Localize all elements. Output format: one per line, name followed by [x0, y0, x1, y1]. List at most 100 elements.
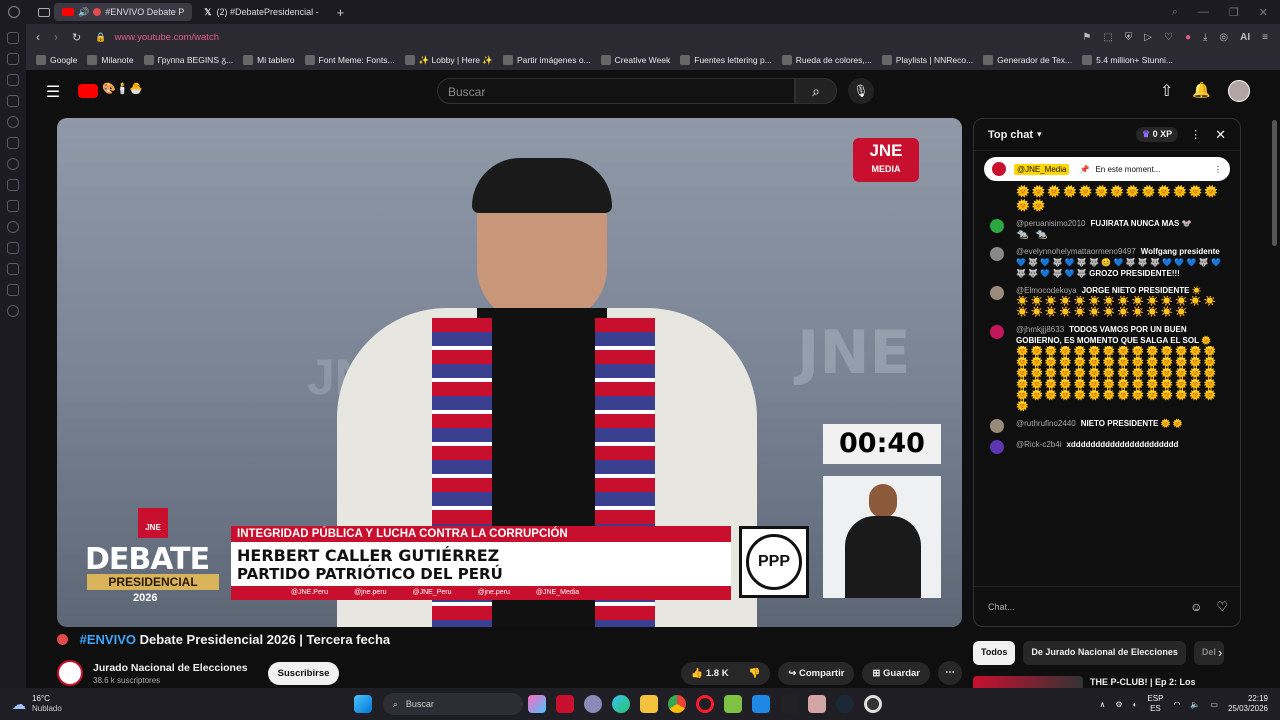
video-player[interactable]: JNE JNE JNE MEDIA 00:40 JNE DEBATE PRESI…	[57, 118, 962, 627]
search-button[interactable]: ⌕	[795, 78, 837, 104]
top-chat-dropdown[interactable]: Top chat	[988, 129, 1033, 141]
minimize-icon[interactable]: —	[1198, 6, 1209, 19]
chat-author[interactable]: @jhmkjjj8633	[1016, 325, 1064, 334]
bookmark-item[interactable]: Fuentes lettering p...	[680, 55, 772, 65]
channel-avatar[interactable]	[57, 660, 83, 686]
avatar[interactable]	[990, 325, 1004, 339]
camera-icon[interactable]: ◎	[1219, 32, 1228, 43]
more-options-icon[interactable]: ⋮	[1214, 165, 1222, 174]
close-icon[interactable]: ✕	[1259, 6, 1268, 19]
bookmark-item[interactable]: Группа BEGINS ᵹ...	[143, 55, 233, 65]
chat-input[interactable]: Chat...	[988, 602, 1015, 612]
next-video-thumbnail[interactable]	[973, 676, 1083, 688]
tray-chevron-icon[interactable]: ∧	[1100, 700, 1106, 709]
search-icon[interactable]: ⌕	[1172, 6, 1178, 19]
sidebar-app-icon[interactable]	[7, 95, 19, 107]
sidebar-app-icon[interactable]	[7, 221, 19, 233]
screenshot-icon[interactable]: ⬚	[1103, 32, 1112, 43]
copilot-icon[interactable]	[527, 695, 546, 713]
xp-badge[interactable]: ♛ 0 XP	[1135, 127, 1179, 142]
chevron-right-icon[interactable]: ›	[1218, 645, 1222, 660]
new-tab-icon[interactable]: +	[337, 5, 345, 20]
chat-message[interactable]: @Elmocodekoya JORGE NIETO PRESIDENTE ☀️ ☀️…	[974, 282, 1240, 321]
chat-author[interactable]: @evelynnohelymattaormeno9497	[1016, 247, 1136, 256]
tray-app-icon[interactable]: ⚙	[1115, 700, 1122, 709]
youtube-logo-doodle[interactable]: 🎨🕯️🐣	[102, 82, 143, 95]
play-icon[interactable]: ▷	[1144, 32, 1152, 43]
clock-time[interactable]: 22:19	[1228, 694, 1268, 704]
sidebar-app-icon[interactable]	[7, 74, 19, 86]
bookmark-icon[interactable]: ⚑	[1082, 32, 1091, 43]
youtube-logo-icon[interactable]	[78, 84, 98, 98]
sidebar-app-icon[interactable]	[7, 116, 19, 128]
taskbar-search[interactable]: ⌕ Buscar	[382, 693, 523, 715]
sidebar-app-icon[interactable]	[7, 158, 19, 170]
voice-search-button[interactable]: 🎙	[848, 78, 874, 104]
heart-icon[interactable]: ♡	[1164, 32, 1173, 43]
bookmark-item[interactable]: Rueda de colores,...	[781, 55, 872, 65]
more-options-icon[interactable]: ⋮	[1190, 128, 1201, 141]
edge-icon[interactable]	[611, 695, 630, 713]
speaker-icon[interactable]: 🔊	[78, 7, 89, 18]
opera-gx-icon[interactable]	[863, 695, 882, 713]
tab-youtube-live[interactable]: 🔊 #ENVIVO Debate P	[54, 3, 193, 21]
app-icon[interactable]	[723, 695, 742, 713]
ai-button[interactable]: AI	[1240, 32, 1250, 43]
share-button[interactable]: ↪ Compartir	[778, 661, 855, 685]
app-icon[interactable]	[751, 695, 770, 713]
avatar[interactable]	[990, 219, 1004, 233]
url-field[interactable]: www.youtube.com/watch	[114, 32, 219, 43]
tab-x-debate[interactable]: 𝕏 (2) #DebatePresidencial -	[196, 3, 326, 21]
bookmark-item[interactable]: Milanote	[87, 55, 134, 65]
chrome-icon[interactable]	[667, 695, 686, 713]
avatar[interactable]	[990, 440, 1004, 454]
sidebar-app-icon[interactable]	[7, 137, 19, 149]
wifi-icon[interactable]: ◠	[1173, 700, 1180, 709]
chat-author[interactable]: @Elmocodekoya	[1016, 286, 1077, 295]
sidebar-app-icon[interactable]	[7, 32, 19, 44]
app-icon[interactable]	[807, 695, 826, 713]
bookmark-item[interactable]: Partir imágenes o...	[502, 55, 591, 65]
channel-name[interactable]: Jurado Nacional de Elecciones	[93, 662, 248, 674]
avatar[interactable]	[990, 419, 1004, 433]
chat-message[interactable]: @peruanisimo2010 FUJIRATA NUNCA MAS 🐭 🐀 🐀	[974, 215, 1240, 243]
notifications-bell-icon[interactable]: 🔔	[1192, 81, 1211, 99]
live-hashtag[interactable]: #ENVIVO	[80, 632, 136, 647]
emoji-icon[interactable]: ☺	[1190, 600, 1202, 614]
hamburger-menu-icon[interactable]: ☰	[46, 82, 60, 102]
app-icon[interactable]	[555, 695, 574, 713]
chat-message[interactable]: @evelynnohelymattaormeno9497 Wolfgang pre…	[974, 243, 1240, 282]
profile-icon[interactable]: ●	[1185, 32, 1191, 43]
weather-icon[interactable]: ☁	[12, 696, 26, 713]
heart-icon[interactable]: ♡	[1216, 599, 1228, 615]
browser-menu-icon[interactable]	[8, 6, 20, 18]
back-icon[interactable]: ‹	[36, 30, 40, 44]
bookmark-item[interactable]: Generador de Tex...	[983, 55, 1072, 65]
tray-app-icon[interactable]: ◐	[1133, 700, 1138, 709]
close-chat-icon[interactable]: ✕	[1215, 127, 1226, 143]
shield-icon[interactable]: ⛨	[1125, 32, 1133, 43]
subscribe-button[interactable]: Suscribirse	[267, 661, 340, 685]
chat-author[interactable]: @peruanisimo2010	[1016, 219, 1086, 228]
chat-message[interactable]: @ruthrufino2440 NIETO PRESIDENTE 🌞 🌞	[974, 415, 1240, 436]
sidebar-app-icon[interactable]	[7, 305, 19, 317]
chevron-down-icon[interactable]: ▾	[1037, 129, 1042, 140]
chip-channel[interactable]: De Jurado Nacional de Elecciones	[1023, 641, 1186, 665]
sidebar-app-icon[interactable]	[7, 242, 19, 254]
sidebar-app-icon[interactable]	[7, 179, 19, 191]
weather-text[interactable]: Nublado	[32, 704, 62, 714]
steam-icon[interactable]	[835, 695, 854, 713]
forward-icon[interactable]: ›	[54, 30, 58, 44]
app-icon[interactable]	[779, 695, 798, 713]
avatar[interactable]	[990, 286, 1004, 300]
clock-date[interactable]: 25/03/2026	[1228, 704, 1268, 714]
sidebar-app-icon[interactable]	[7, 53, 19, 65]
maximize-icon[interactable]: ❐	[1229, 6, 1239, 19]
file-explorer-icon[interactable]	[639, 695, 658, 713]
volume-icon[interactable]: 🔈	[1190, 700, 1200, 709]
chat-message[interactable]: @jhmkjjj8633 TODOS VAMOS POR UN BUEN GOBI…	[974, 321, 1240, 415]
save-button[interactable]: ⊞ Guardar	[862, 661, 930, 685]
download-icon[interactable]: ⤓	[1203, 32, 1207, 43]
bookmark-item[interactable]: Mi tablero	[243, 55, 295, 65]
bookmark-item[interactable]: ✨ Lobby | Here ✨	[404, 55, 493, 66]
